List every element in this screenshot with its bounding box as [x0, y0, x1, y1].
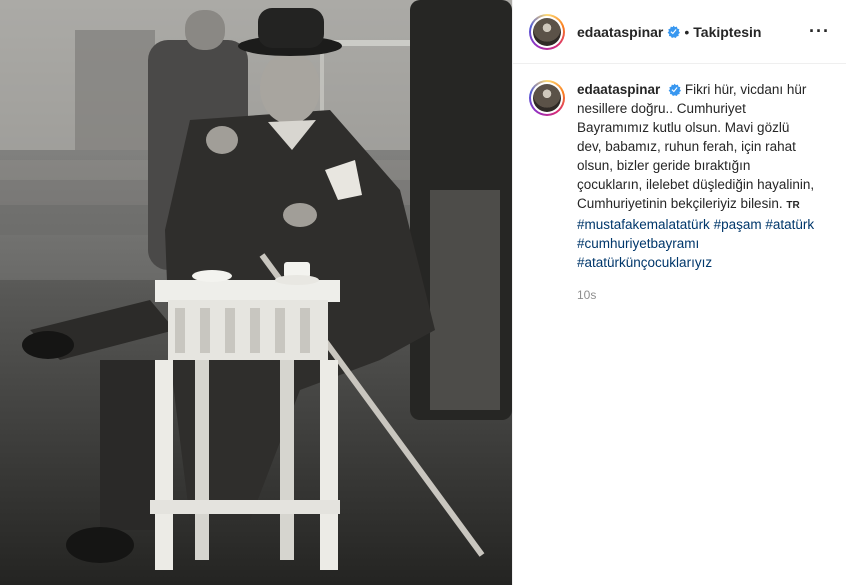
avatar-image — [533, 17, 561, 46]
language-tag: TR — [786, 200, 800, 211]
post-sidebar: edaataspinar • Takiptesin ··· edaataspin… — [512, 0, 846, 585]
caption-message: Fikri hür, vicdanı hür nesillere doğru..… — [577, 82, 815, 211]
post-timestamp[interactable]: 10s — [577, 288, 817, 302]
more-options-icon[interactable]: ··· — [809, 21, 830, 42]
verified-badge-icon — [668, 25, 681, 38]
photo-image — [0, 0, 512, 585]
caption-text: edaataspinar Fikri hür, vicdanı hür nesi… — [577, 80, 817, 272]
hashtag-link[interactable]: #atatürk — [765, 217, 814, 232]
caption-username-link[interactable]: edaataspinar — [577, 82, 660, 97]
post-header: edaataspinar • Takiptesin ··· — [513, 0, 846, 64]
hashtag-link[interactable]: #atatürkünçocuklarıyız — [577, 255, 712, 270]
avatar[interactable] — [529, 13, 565, 50]
hashtag-link[interactable]: #paşam — [714, 217, 762, 232]
username-link[interactable]: edaataspinar — [577, 24, 663, 40]
hashtag-link[interactable]: #cumhuriyetbayramı — [577, 236, 699, 251]
hashtag-link[interactable]: #mustafakemalatatürk — [577, 217, 710, 232]
following-status-button[interactable]: Takiptesin — [693, 24, 761, 40]
caption-verified-badge-icon — [668, 83, 682, 96]
post-photo[interactable] — [0, 0, 512, 585]
caption-avatar[interactable] — [529, 80, 565, 116]
caption-body: edaataspinar Fikri hür, vicdanı hür nesi… — [577, 80, 817, 302]
separator-dot: • — [684, 23, 690, 40]
caption-section: edaataspinar Fikri hür, vicdanı hür nesi… — [513, 64, 846, 318]
caption-avatar-border — [531, 82, 563, 114]
avatar-border — [531, 15, 563, 48]
caption-avatar-image — [533, 84, 561, 112]
